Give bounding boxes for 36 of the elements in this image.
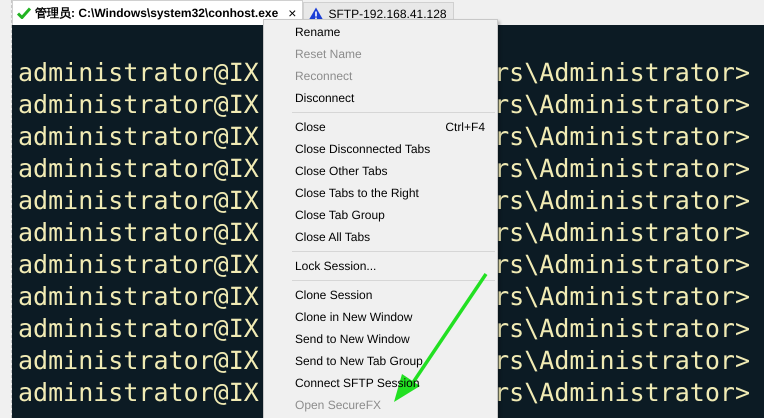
terminal-text: administrator@IX [18, 217, 259, 249]
terminal-text: administrator@IX [18, 377, 259, 409]
menu-item[interactable]: Close All Tabs [266, 226, 495, 248]
menu-item[interactable]: Close Tabs to the Right [266, 182, 495, 204]
menu-item[interactable]: Close Tab Group [266, 204, 495, 226]
menu-item[interactable]: Clone in New Window [266, 306, 495, 328]
menu-item[interactable]: Close Disconnected Tabs [266, 138, 495, 160]
terminal-text: administrator@IX [18, 121, 259, 153]
terminal-text: administrator@IX [18, 185, 259, 217]
terminal-text: rs\Administrator> [494, 185, 750, 217]
menu-item[interactable]: Disconnect [266, 87, 495, 109]
terminal-text: administrator@IX [18, 345, 259, 377]
terminal-text: administrator@IX [18, 249, 259, 281]
terminal-text: administrator@IX [18, 57, 259, 89]
terminal-text: administrator@IX [18, 153, 259, 185]
menu-item[interactable]: Close Ctrl+F4 [266, 116, 495, 138]
terminal-text: rs\Administrator> [494, 377, 750, 409]
menu-item[interactable]: Send to New Tab Group [266, 350, 495, 372]
tab[interactable]: 管理员: C:\Windows\system32\conhost.exe × [12, 0, 304, 25]
terminal-text: rs\Administrator> [494, 153, 750, 185]
menu-item[interactable]: Clone Session [266, 284, 495, 306]
terminal-text: administrator@IX [18, 89, 259, 121]
checkmark-icon [17, 7, 31, 19]
terminal-text: rs\Administrator> [494, 89, 750, 121]
menu-item[interactable]: Send to New Window [266, 328, 495, 350]
terminal-text: rs\Administrator> [494, 217, 750, 249]
menu-item[interactable]: Close Other Tabs [266, 160, 495, 182]
terminal-text: rs\Administrator> [494, 345, 750, 377]
terminal-text: rs\Administrator> [494, 121, 750, 153]
terminal-text: rs\Administrator> [494, 281, 750, 313]
terminal-text: rs\Administrator> [494, 313, 750, 345]
menu-item[interactable]: Lock Session... [266, 255, 495, 277]
terminal-text: rs\Administrator> [494, 249, 750, 281]
terminal-text: administrator@IX [18, 281, 259, 313]
terminal-text: administrator@IX [18, 313, 259, 345]
terminal-text: rs\Administrator> [494, 57, 750, 89]
